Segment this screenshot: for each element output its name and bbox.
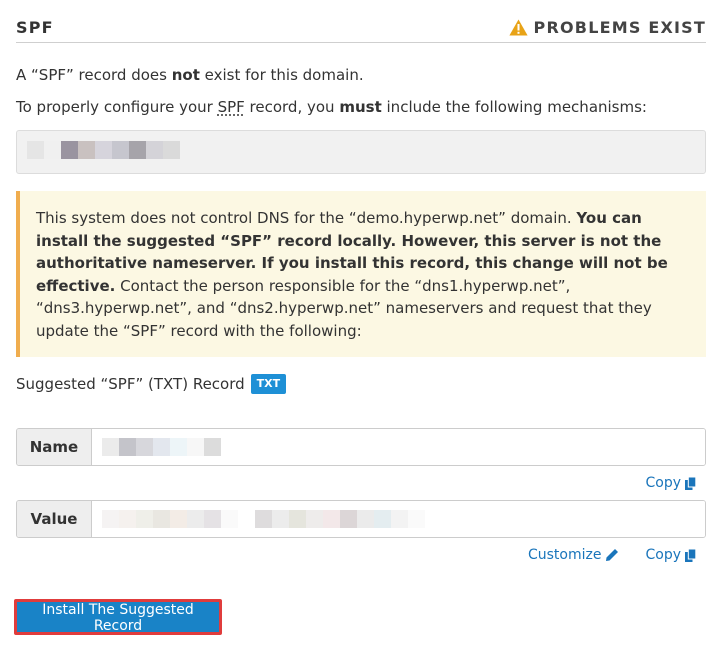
value-label: Value (17, 501, 92, 537)
status-indicator: PROBLEMS EXIST (508, 18, 706, 37)
install-button-highlight: Install The Suggested Record (14, 599, 222, 635)
name-value[interactable] (92, 429, 705, 465)
section-title: SPF (16, 18, 54, 37)
redacted-value (102, 510, 425, 528)
redacted-name (102, 438, 238, 456)
value-actions: Customize Copy (528, 547, 696, 563)
value-field[interactable]: Value (16, 500, 706, 538)
suggested-record-heading: Suggested “SPF” (TXT) Record TXT (16, 374, 287, 394)
redacted-mechanisms (27, 141, 180, 159)
copy-icon (685, 548, 696, 562)
copy-icon (685, 476, 696, 490)
record-type-badge: TXT (250, 374, 287, 394)
mechanisms-box (16, 130, 706, 174)
value-value[interactable] (92, 501, 705, 537)
install-suggested-record-button[interactable]: Install The Suggested Record (17, 602, 219, 634)
spf-instructions: To properly configure your SPF record, y… (16, 98, 647, 116)
copy-name-button[interactable]: Copy (645, 475, 696, 491)
warning-triangle-icon (508, 19, 528, 36)
name-field[interactable]: Name (16, 428, 706, 466)
spf-abbreviation: SPF (217, 98, 245, 116)
copy-value-button[interactable]: Copy (645, 547, 696, 563)
name-actions: Copy (645, 475, 696, 491)
dns-warning-alert: This system does not control DNS for the… (16, 191, 706, 357)
spf-missing-message: A “SPF” record does not exist for this d… (16, 66, 364, 84)
status-text: PROBLEMS EXIST (533, 18, 706, 37)
name-label: Name (17, 429, 92, 465)
pencil-icon (606, 549, 619, 561)
section-header: SPF PROBLEMS EXIST (16, 14, 706, 43)
customize-button[interactable]: Customize (528, 547, 620, 563)
